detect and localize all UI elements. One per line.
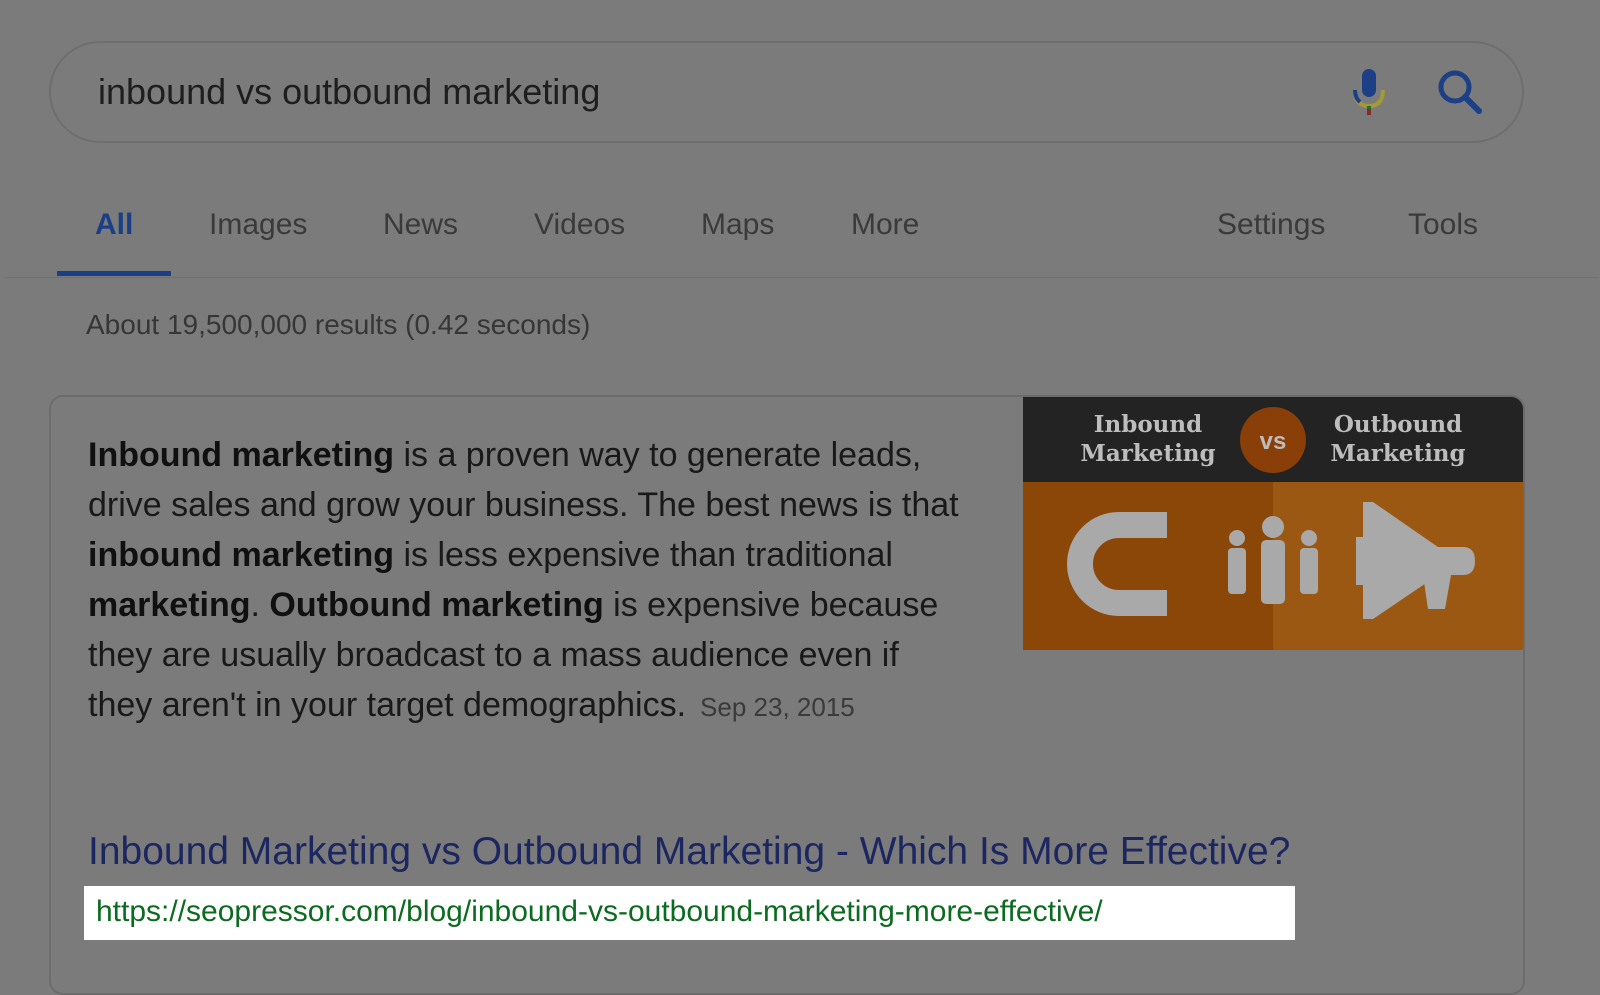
search-icon: [1438, 70, 1482, 114]
search-input[interactable]: [98, 43, 1198, 141]
tab-settings[interactable]: Settings: [1217, 208, 1325, 242]
tab-all[interactable]: All: [95, 208, 133, 242]
result-stats: About 19,500,000 results (0.42 seconds): [86, 309, 591, 340]
tab-news[interactable]: News: [383, 208, 458, 242]
snippet-bold-text: inbound marketing: [88, 536, 394, 574]
snippet-text: is less expensive than traditional: [394, 536, 893, 574]
url-highlight: https://seopressor.com/blog/inbound-vs-o…: [84, 886, 1295, 940]
featured-snippet-image[interactable]: Inbound Marketing vs Outbound Marketing: [1023, 397, 1523, 650]
result-url[interactable]: https://seopressor.com/blog/inbound-vs-o…: [96, 895, 1103, 929]
active-tab-indicator: [57, 271, 171, 276]
microphone-icon: [1353, 69, 1385, 115]
thumb-left-line2: Marketing: [1080, 440, 1215, 467]
tabs-divider: [4, 277, 1598, 278]
snippet-bold-text: marketing: [88, 586, 251, 624]
tab-tools[interactable]: Tools: [1408, 208, 1478, 242]
tab-images[interactable]: Images: [209, 208, 307, 242]
thumb-vs: vs: [1260, 428, 1287, 455]
thumb-right-line1: Outbound: [1334, 411, 1462, 438]
thumb-left-line1: Inbound: [1094, 411, 1202, 438]
snippet-date: Sep 23, 2015: [700, 692, 855, 722]
search-tabs: All Images News Videos Maps More Setting…: [0, 190, 1600, 278]
tab-maps[interactable]: Maps: [701, 208, 774, 242]
tab-more[interactable]: More: [851, 208, 919, 242]
result-title-link[interactable]: Inbound Marketing vs Outbound Marketing …: [88, 830, 1290, 874]
snippet-bold-text: Outbound marketing: [269, 586, 604, 624]
mic-button[interactable]: [1341, 65, 1397, 121]
tab-videos[interactable]: Videos: [534, 208, 625, 242]
featured-snippet-text: Inbound marketing is a proven way to gen…: [88, 430, 968, 732]
thumb-right-line2: Marketing: [1330, 440, 1465, 467]
inbound-vs-outbound-illustration: Inbound Marketing vs Outbound Marketing: [1023, 397, 1523, 650]
search-button[interactable]: [1431, 65, 1491, 121]
snippet-text: .: [250, 586, 270, 624]
snippet-bold-text: Inbound marketing: [88, 436, 394, 474]
search-box[interactable]: [49, 41, 1524, 143]
